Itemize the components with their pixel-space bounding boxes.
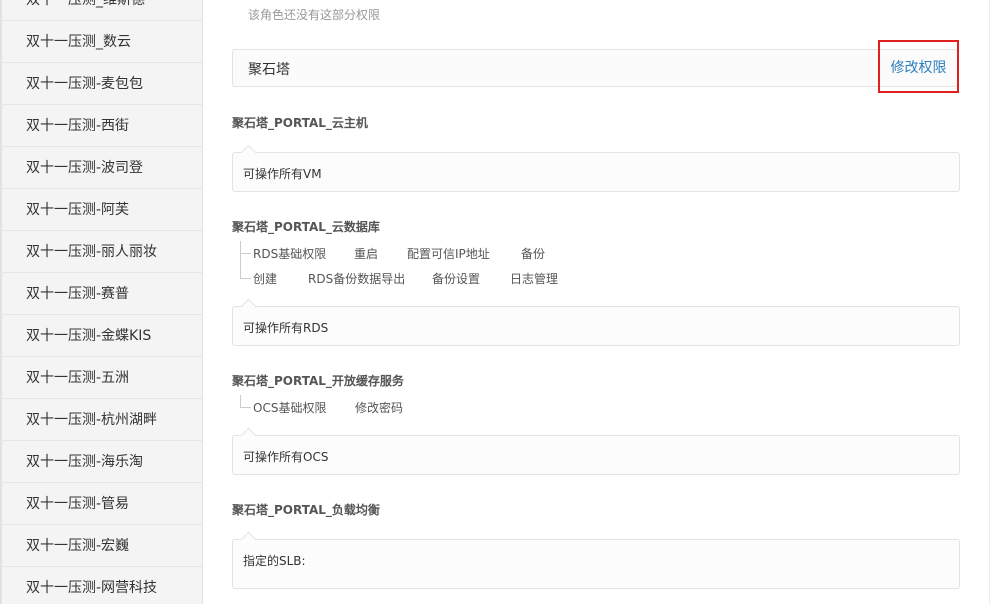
role-item[interactable]: 双十一压测-杭州湖畔 bbox=[0, 399, 202, 441]
role-item[interactable]: 双十一压测-海乐淘 bbox=[0, 441, 202, 483]
permission-tag[interactable]: 创建 bbox=[253, 270, 277, 287]
permission-scope-slb: 指定的SLB: bbox=[243, 554, 306, 568]
permission-scope-rds: 可操作所有RDS bbox=[243, 321, 329, 335]
page-scrollbar[interactable] bbox=[989, 0, 1006, 604]
tree-branch bbox=[240, 253, 251, 254]
role-item[interactable]: 双十一压测-金蝶KIS bbox=[0, 315, 202, 357]
role-item[interactable]: 双十一压测-阿芙 bbox=[0, 189, 202, 231]
role-item[interactable]: 双十一压测-赛普 bbox=[0, 273, 202, 315]
permission-box-rds: 可操作所有RDS bbox=[232, 298, 960, 346]
role-item[interactable]: 双十一压测-宏巍 bbox=[0, 525, 202, 567]
role-item[interactable]: 双十一压测-波司登 bbox=[0, 147, 202, 189]
permission-tag[interactable]: 重启 bbox=[354, 245, 378, 262]
tree-branch bbox=[240, 407, 251, 408]
permission-tag[interactable]: OCS基础权限 bbox=[253, 399, 326, 416]
modify-permission-button[interactable]: 修改权限 bbox=[878, 40, 959, 93]
permission-panel: 该角色还没有这部分权限 聚石塔 修改权限 聚石塔_PORTAL_云主机 可操作所… bbox=[202, 0, 990, 604]
role-item[interactable]: 双十一压测-管易 bbox=[0, 483, 202, 525]
permission-tag[interactable]: RDS备份数据导出 bbox=[308, 270, 405, 287]
role-list: 双十一压测_维斯德 双十一压测_数云 双十一压测-麦包包 双十一压测-西街 双十… bbox=[0, 0, 202, 604]
permission-box-ocs: 可操作所有OCS bbox=[232, 427, 960, 475]
permission-tag[interactable]: 修改密码 bbox=[355, 399, 403, 416]
group-title-vm: 聚石塔_PORTAL_云主机 bbox=[232, 116, 368, 130]
group-title-ocs: 聚石塔_PORTAL_开放缓存服务 bbox=[232, 374, 404, 388]
box-notch bbox=[240, 531, 257, 548]
role-item[interactable]: 双十一压测-麦包包 bbox=[0, 63, 202, 105]
empty-permission-note: 该角色还没有这部分权限 bbox=[248, 8, 381, 22]
permission-tag[interactable]: 配置可信IP地址 bbox=[407, 245, 490, 262]
box-notch bbox=[240, 427, 257, 444]
permission-tag[interactable]: 备份设置 bbox=[432, 270, 480, 287]
box-notch bbox=[240, 144, 257, 161]
permission-tag[interactable]: RDS基础权限 bbox=[253, 245, 326, 262]
group-title-slb: 聚石塔_PORTAL_负载均衡 bbox=[232, 503, 380, 517]
permission-scope-ocs: 可操作所有OCS bbox=[243, 450, 329, 464]
role-item[interactable]: 双十一压测-五洲 bbox=[0, 357, 202, 399]
role-item[interactable]: 双十一压测-西街 bbox=[0, 105, 202, 147]
permission-tag[interactable]: 备份 bbox=[521, 245, 545, 262]
permission-scope-vm: 可操作所有VM bbox=[243, 167, 322, 181]
group-title-rds: 聚石塔_PORTAL_云数据库 bbox=[232, 220, 380, 234]
permission-box-vm: 可操作所有VM bbox=[232, 144, 960, 192]
role-item[interactable]: 双十一压测_数云 bbox=[0, 21, 202, 63]
role-item[interactable]: 双十一压测_维斯德 bbox=[0, 0, 202, 21]
role-sidebar: 双十一压测_维斯德 双十一压测_数云 双十一压测-麦包包 双十一压测-西街 双十… bbox=[0, 0, 203, 604]
role-name: 聚石塔 bbox=[248, 62, 290, 78]
tree-branch bbox=[240, 278, 251, 279]
role-header: 聚石塔 bbox=[232, 49, 958, 87]
permission-box-slb: 指定的SLB: bbox=[232, 531, 960, 589]
role-item[interactable]: 双十一压测-网营科技 bbox=[0, 567, 202, 604]
permission-tag[interactable]: 日志管理 bbox=[510, 270, 558, 287]
box-notch bbox=[240, 298, 257, 315]
role-item[interactable]: 双十一压测-丽人丽妆 bbox=[0, 231, 202, 273]
